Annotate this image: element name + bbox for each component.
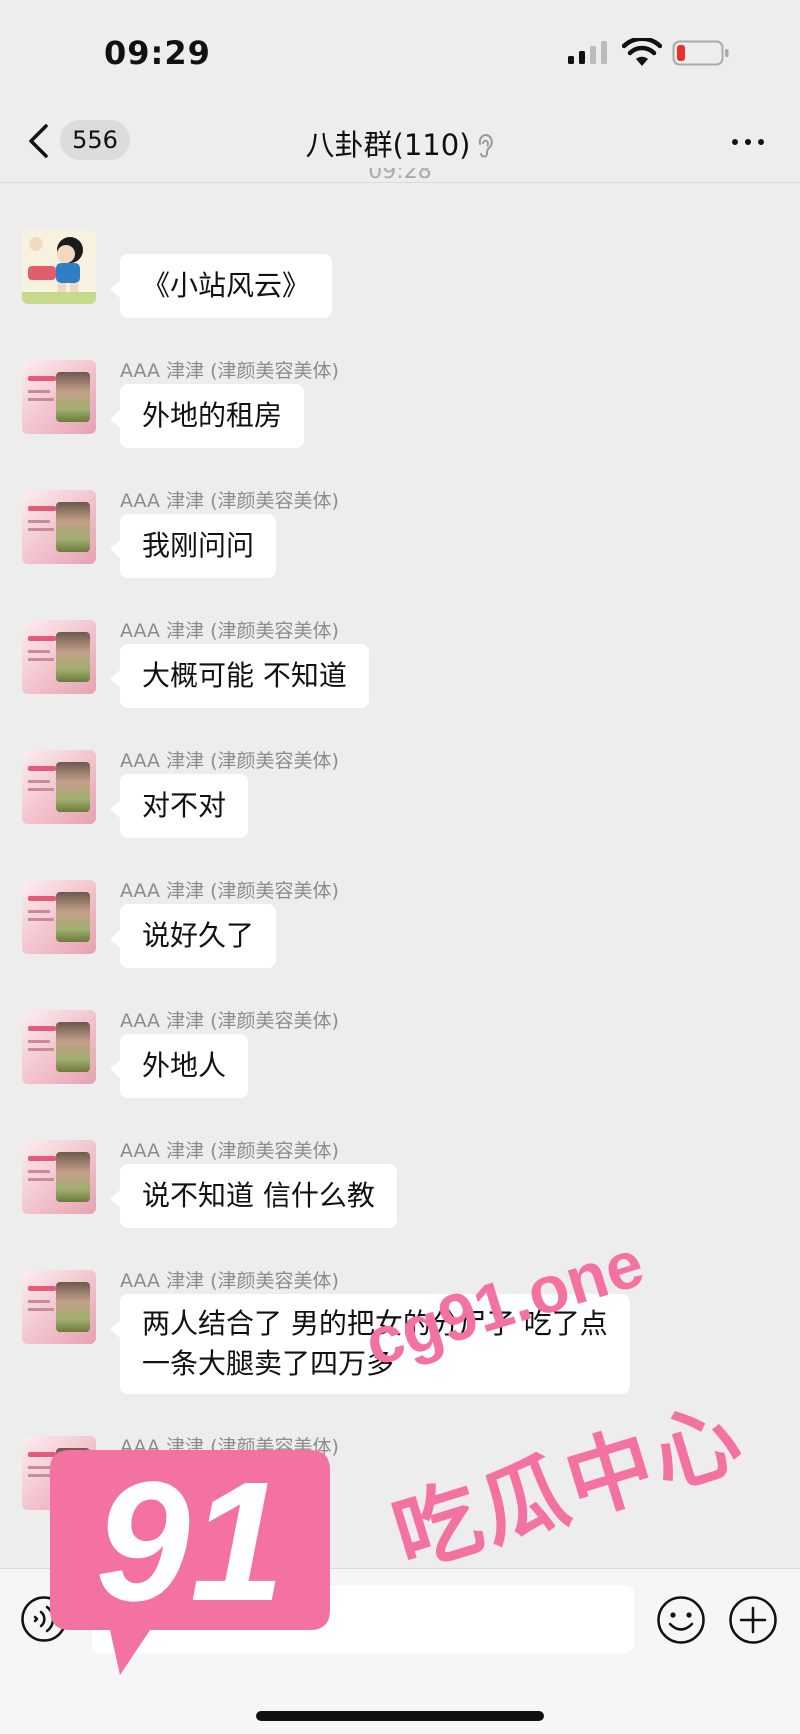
plus-icon[interactable]	[728, 1595, 778, 1645]
status-time: 09:29	[104, 34, 211, 72]
muted-ear-icon	[479, 134, 494, 158]
more-options-icon[interactable]	[730, 126, 766, 156]
message-bubble[interactable]: 卖南方去了	[109, 1460, 305, 1524]
message-bubble[interactable]: 外地的租房	[109, 384, 305, 448]
message-text: 对不对	[142, 789, 227, 822]
voice-icon[interactable]	[20, 1595, 68, 1643]
message-text: 大概可能 不知道	[142, 659, 347, 692]
input-bar	[0, 1568, 800, 1734]
message-text: 《小站风云》	[142, 269, 311, 302]
pink-avatar[interactable]	[22, 620, 96, 694]
battery-icon	[672, 40, 729, 66]
sender-name: AAA 津津 (津颜美容美体)	[120, 1140, 339, 1162]
message-text-line: 一条大腿卖了四万多	[142, 1347, 395, 1380]
cellular-signal-icon	[568, 41, 607, 64]
message-bubble[interactable]: 外地人	[109, 1034, 249, 1098]
message-bubble[interactable]: 说不知道 信什么教	[110, 1164, 397, 1228]
message-text: 卖南方去了	[142, 1475, 283, 1508]
sender-name: AAA 津津 (津颜美容美体)	[120, 360, 339, 382]
pink-avatar[interactable]	[22, 1270, 96, 1344]
message-bubble[interactable]: 我刚问问	[109, 514, 277, 578]
pink-avatar[interactable]	[22, 1436, 96, 1510]
wifi-icon	[622, 38, 662, 66]
sender-name: AAA 津津 (津颜美容美体)	[120, 880, 339, 902]
message-text: 说不知道 信什么教	[142, 1179, 375, 1212]
pink-avatar[interactable]	[22, 1010, 96, 1084]
message-bubble[interactable]: 大概可能 不知道	[110, 644, 369, 708]
pink-avatar[interactable]	[22, 360, 96, 434]
emoji-icon[interactable]	[656, 1595, 706, 1645]
pink-avatar[interactable]	[22, 490, 96, 564]
message-text: 外地的租房	[142, 399, 283, 432]
cartoon-character-icon	[22, 230, 96, 304]
sender-name: AAA 津津 (津颜美容美体)	[120, 750, 339, 772]
chat-title: 八卦群(110)	[0, 122, 800, 164]
message-bubble[interactable]: 说好久了	[109, 904, 277, 968]
sender-name: AAA 津津 (津颜美容美体)	[120, 1436, 339, 1458]
message-bubble[interactable]: 对不对	[109, 774, 249, 838]
chat-title-text: 八卦群(110)	[305, 128, 471, 162]
pink-avatar[interactable]	[22, 750, 96, 824]
sender-name: AAA 津津 (津颜美容美体)	[120, 490, 339, 512]
message-bubble[interactable]: 两人结合了 男的把女的分尸了 吃了点 一条大腿卖了四万多	[110, 1294, 630, 1394]
sender-name: AAA 津津 (津颜美容美体)	[120, 620, 339, 642]
status-bar: 09:29	[0, 0, 800, 100]
home-indicator	[256, 1711, 544, 1721]
message-text: 外地人	[142, 1049, 227, 1082]
sender-name: AAA 津津 (津颜美容美体)	[120, 1270, 339, 1292]
time-divider: 09:28	[368, 168, 432, 184]
message-text-line: 两人结合了 男的把女的分尸了 吃了点	[142, 1307, 608, 1340]
watermark-slogan: 吃瓜中心	[382, 1386, 756, 1588]
pink-avatar[interactable]	[22, 880, 96, 954]
message-input[interactable]	[92, 1585, 634, 1653]
sender-name: AAA 津津 (津颜美容美体)	[120, 1010, 339, 1032]
pink-avatar[interactable]	[22, 1140, 96, 1214]
message-text: 说好久了	[142, 919, 255, 952]
message-text: 我刚问问	[142, 529, 255, 562]
cartoon-avatar[interactable]	[22, 230, 96, 304]
message-bubble[interactable]: 《小站风云》	[109, 254, 333, 318]
